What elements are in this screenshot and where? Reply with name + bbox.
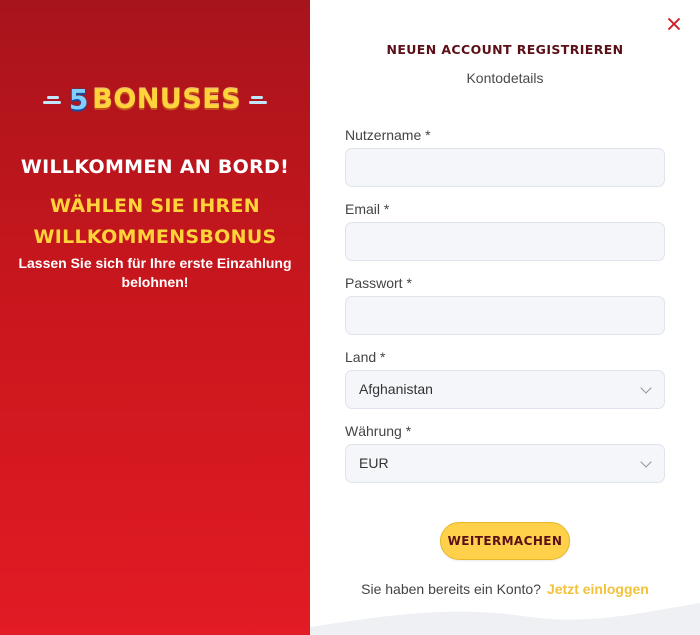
logo-number: 5 (68, 83, 89, 116)
chevron-down-icon (640, 382, 652, 394)
logo-word: BONUSES (92, 84, 242, 115)
email-label: Email * (345, 201, 390, 217)
country-label: Land * (345, 349, 386, 365)
username-input[interactable] (345, 148, 665, 187)
logo-splash-right (245, 95, 269, 105)
currency-label: Währung * (345, 423, 412, 439)
form-subtitle: Kontodetails (466, 70, 544, 86)
reward-text: Lassen Sie sich für Ihre erste Einzahlun… (18, 255, 292, 290)
password-input[interactable] (345, 296, 665, 335)
chevron-down-icon (640, 456, 652, 468)
form-title: NEUEN ACCOUNT REGISTRIEREN (386, 42, 624, 57)
currency-select[interactable]: EUR (345, 444, 665, 483)
country-value: Afghanistan (359, 381, 433, 397)
username-label: Nutzername * (345, 127, 431, 143)
password-label: Passwort * (345, 275, 412, 291)
registration-form-panel: NEUEN ACCOUNT REGISTRIEREN Kontodetails … (310, 0, 700, 635)
currency-value: EUR (359, 455, 389, 471)
brand-logo: 5 BONUSES (0, 84, 310, 116)
footer-wave (310, 603, 700, 635)
continue-button[interactable]: WEITERMACHEN (440, 522, 570, 560)
email-input[interactable] (345, 222, 665, 261)
registration-modal: 5 BONUSES WILLKOMMEN AN BORD! WÄHLEN SIE… (0, 0, 700, 635)
welcome-panel: 5 BONUSES WILLKOMMEN AN BORD! WÄHLEN SIE… (0, 0, 310, 635)
bonus-heading: WÄHLEN SIE IHREN WILLKOMMENSBONUS (33, 195, 277, 248)
logo-splash-left (41, 95, 65, 105)
welcome-heading: WILLKOMMEN AN BORD! (20, 156, 290, 178)
country-select[interactable]: Afghanistan (345, 370, 665, 409)
close-icon[interactable] (664, 14, 684, 34)
